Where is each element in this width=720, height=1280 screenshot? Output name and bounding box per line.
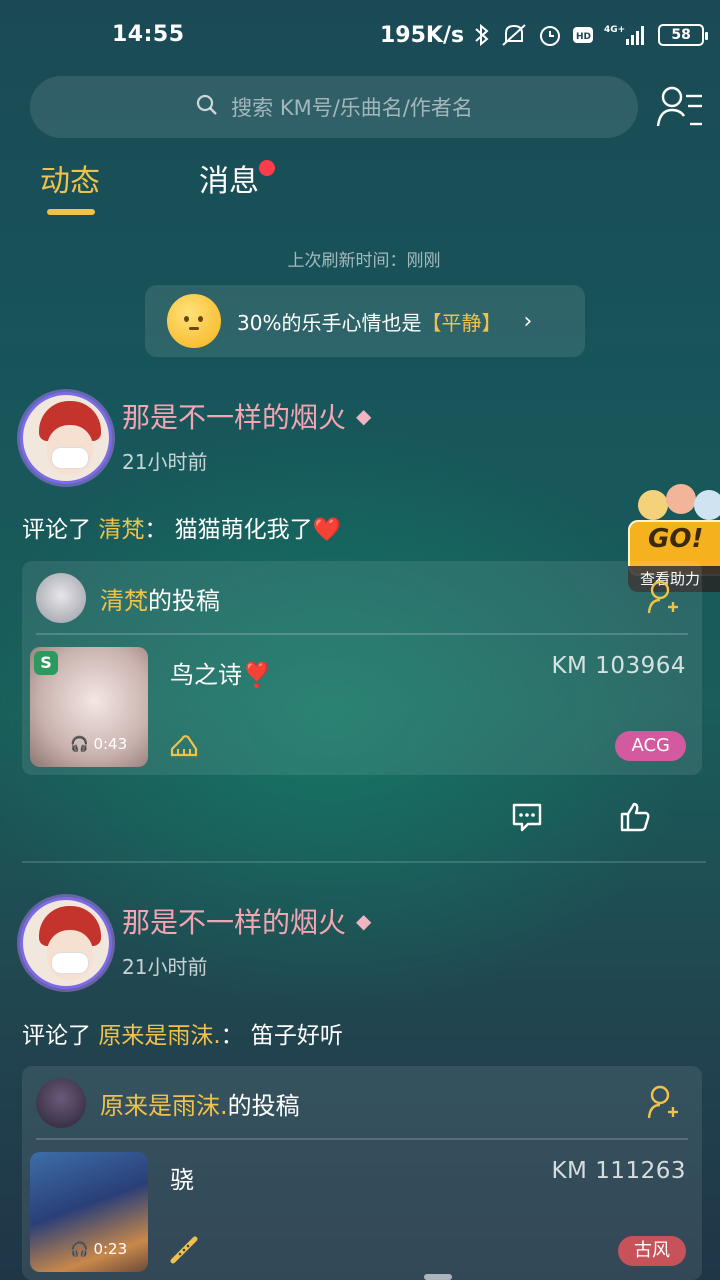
- comment-target[interactable]: 清梵: [98, 517, 144, 543]
- calm-face-icon: [167, 294, 221, 348]
- refresh-time: 上次刷新时间：刚刚: [287, 251, 441, 271]
- tab-feed[interactable]: 动态: [40, 156, 100, 200]
- post-time: 21小时前: [122, 450, 208, 474]
- user-list-icon[interactable]: [656, 84, 706, 130]
- network-speed: 195K/s: [380, 22, 465, 48]
- km-id: KM 103964: [551, 653, 686, 679]
- uploader-name[interactable]: 清梵: [100, 581, 148, 616]
- svg-text:4G+: 4G+: [604, 25, 625, 35]
- song-title[interactable]: 鸟之诗❣️: [170, 655, 272, 690]
- flute-icon: [170, 1236, 198, 1264]
- comment-text: ： 笛子好听: [220, 1023, 343, 1049]
- home-indicator: [424, 1274, 452, 1280]
- author-name[interactable]: 那是不一样的烟火: [122, 396, 346, 436]
- genre-tag[interactable]: 古风: [618, 1236, 686, 1266]
- comment-target[interactable]: 原来是雨沫.: [98, 1023, 220, 1049]
- signal-icon: 4G+: [604, 23, 648, 47]
- km-id: KM 111263: [551, 1158, 686, 1184]
- author-avatar[interactable]: [20, 897, 112, 989]
- status-time: 14:55: [112, 22, 185, 47]
- search-icon: [195, 93, 219, 122]
- author-avatar[interactable]: [20, 392, 112, 484]
- mood-text: 30%的乐手心情也是: [237, 310, 422, 335]
- mood-banner[interactable]: 30%的乐手心情也是 【平静】 ›: [145, 285, 585, 357]
- follow-user-icon[interactable]: [646, 1084, 680, 1120]
- submission-card[interactable]: 清梵 的投稿 S 🎧 0:43 鸟之诗❣️ KM 103964 ACG: [22, 561, 702, 775]
- cartoon-heads-icon: [638, 490, 668, 520]
- song-thumbnail[interactable]: 🎧 0:23: [30, 1152, 148, 1272]
- bluetooth-icon: [474, 23, 490, 47]
- active-tab-indicator: [47, 209, 95, 215]
- follow-user-icon[interactable]: [646, 579, 680, 615]
- comment-text: ： 猫猫萌化我了: [144, 517, 313, 543]
- alarm-icon: [538, 23, 562, 47]
- song-thumbnail[interactable]: S 🎧 0:43: [30, 647, 148, 767]
- hd-icon: HD: [572, 25, 594, 45]
- post-divider: [22, 861, 706, 863]
- author-name[interactable]: 那是不一样的烟火: [122, 901, 346, 941]
- genre-tag[interactable]: ACG: [615, 731, 686, 761]
- tab-messages[interactable]: 消息: [199, 156, 259, 200]
- headphone-duration: 🎧 0:23: [70, 1240, 128, 1258]
- comment-line: 评论了 原来是雨沫.： 笛子好听: [22, 1023, 343, 1049]
- uploader-avatar[interactable]: [36, 573, 86, 623]
- song-title[interactable]: 骁: [170, 1160, 194, 1195]
- like-icon[interactable]: [618, 800, 652, 834]
- comment-line: 评论了 清梵： 猫猫萌化我了❤️: [22, 517, 342, 543]
- search-placeholder: 搜索 KM号/乐曲名/作者名: [231, 96, 473, 120]
- search-input[interactable]: 搜索 KM号/乐曲名/作者名: [30, 76, 638, 138]
- headphone-duration: 🎧 0:43: [70, 735, 128, 753]
- comment-icon[interactable]: [510, 800, 544, 834]
- post-time: 21小时前: [122, 955, 208, 979]
- diamond-icon: ◆: [356, 909, 372, 933]
- svg-text:HD: HD: [576, 32, 591, 42]
- unread-dot: [259, 160, 275, 176]
- heart-emoji: ❤️: [312, 517, 342, 543]
- s-badge-icon: S: [34, 651, 58, 675]
- uploader-name[interactable]: 原来是雨沫.: [100, 1086, 228, 1121]
- mood-highlight: 【平静】: [421, 310, 502, 335]
- piano-icon: [170, 735, 198, 757]
- chevron-right-icon: ›: [523, 308, 533, 334]
- battery-icon: 58: [658, 24, 709, 46]
- uploader-avatar[interactable]: [36, 1078, 86, 1128]
- go-title: GO!: [648, 524, 704, 554]
- diamond-icon: ◆: [356, 404, 372, 428]
- mute-icon: [500, 23, 528, 47]
- submission-card[interactable]: 原来是雨沫. 的投稿 🎧 0:23 骁 KM 111263 古风: [22, 1066, 702, 1280]
- status-icons: 195K/s HD 4G+ 58: [380, 20, 709, 50]
